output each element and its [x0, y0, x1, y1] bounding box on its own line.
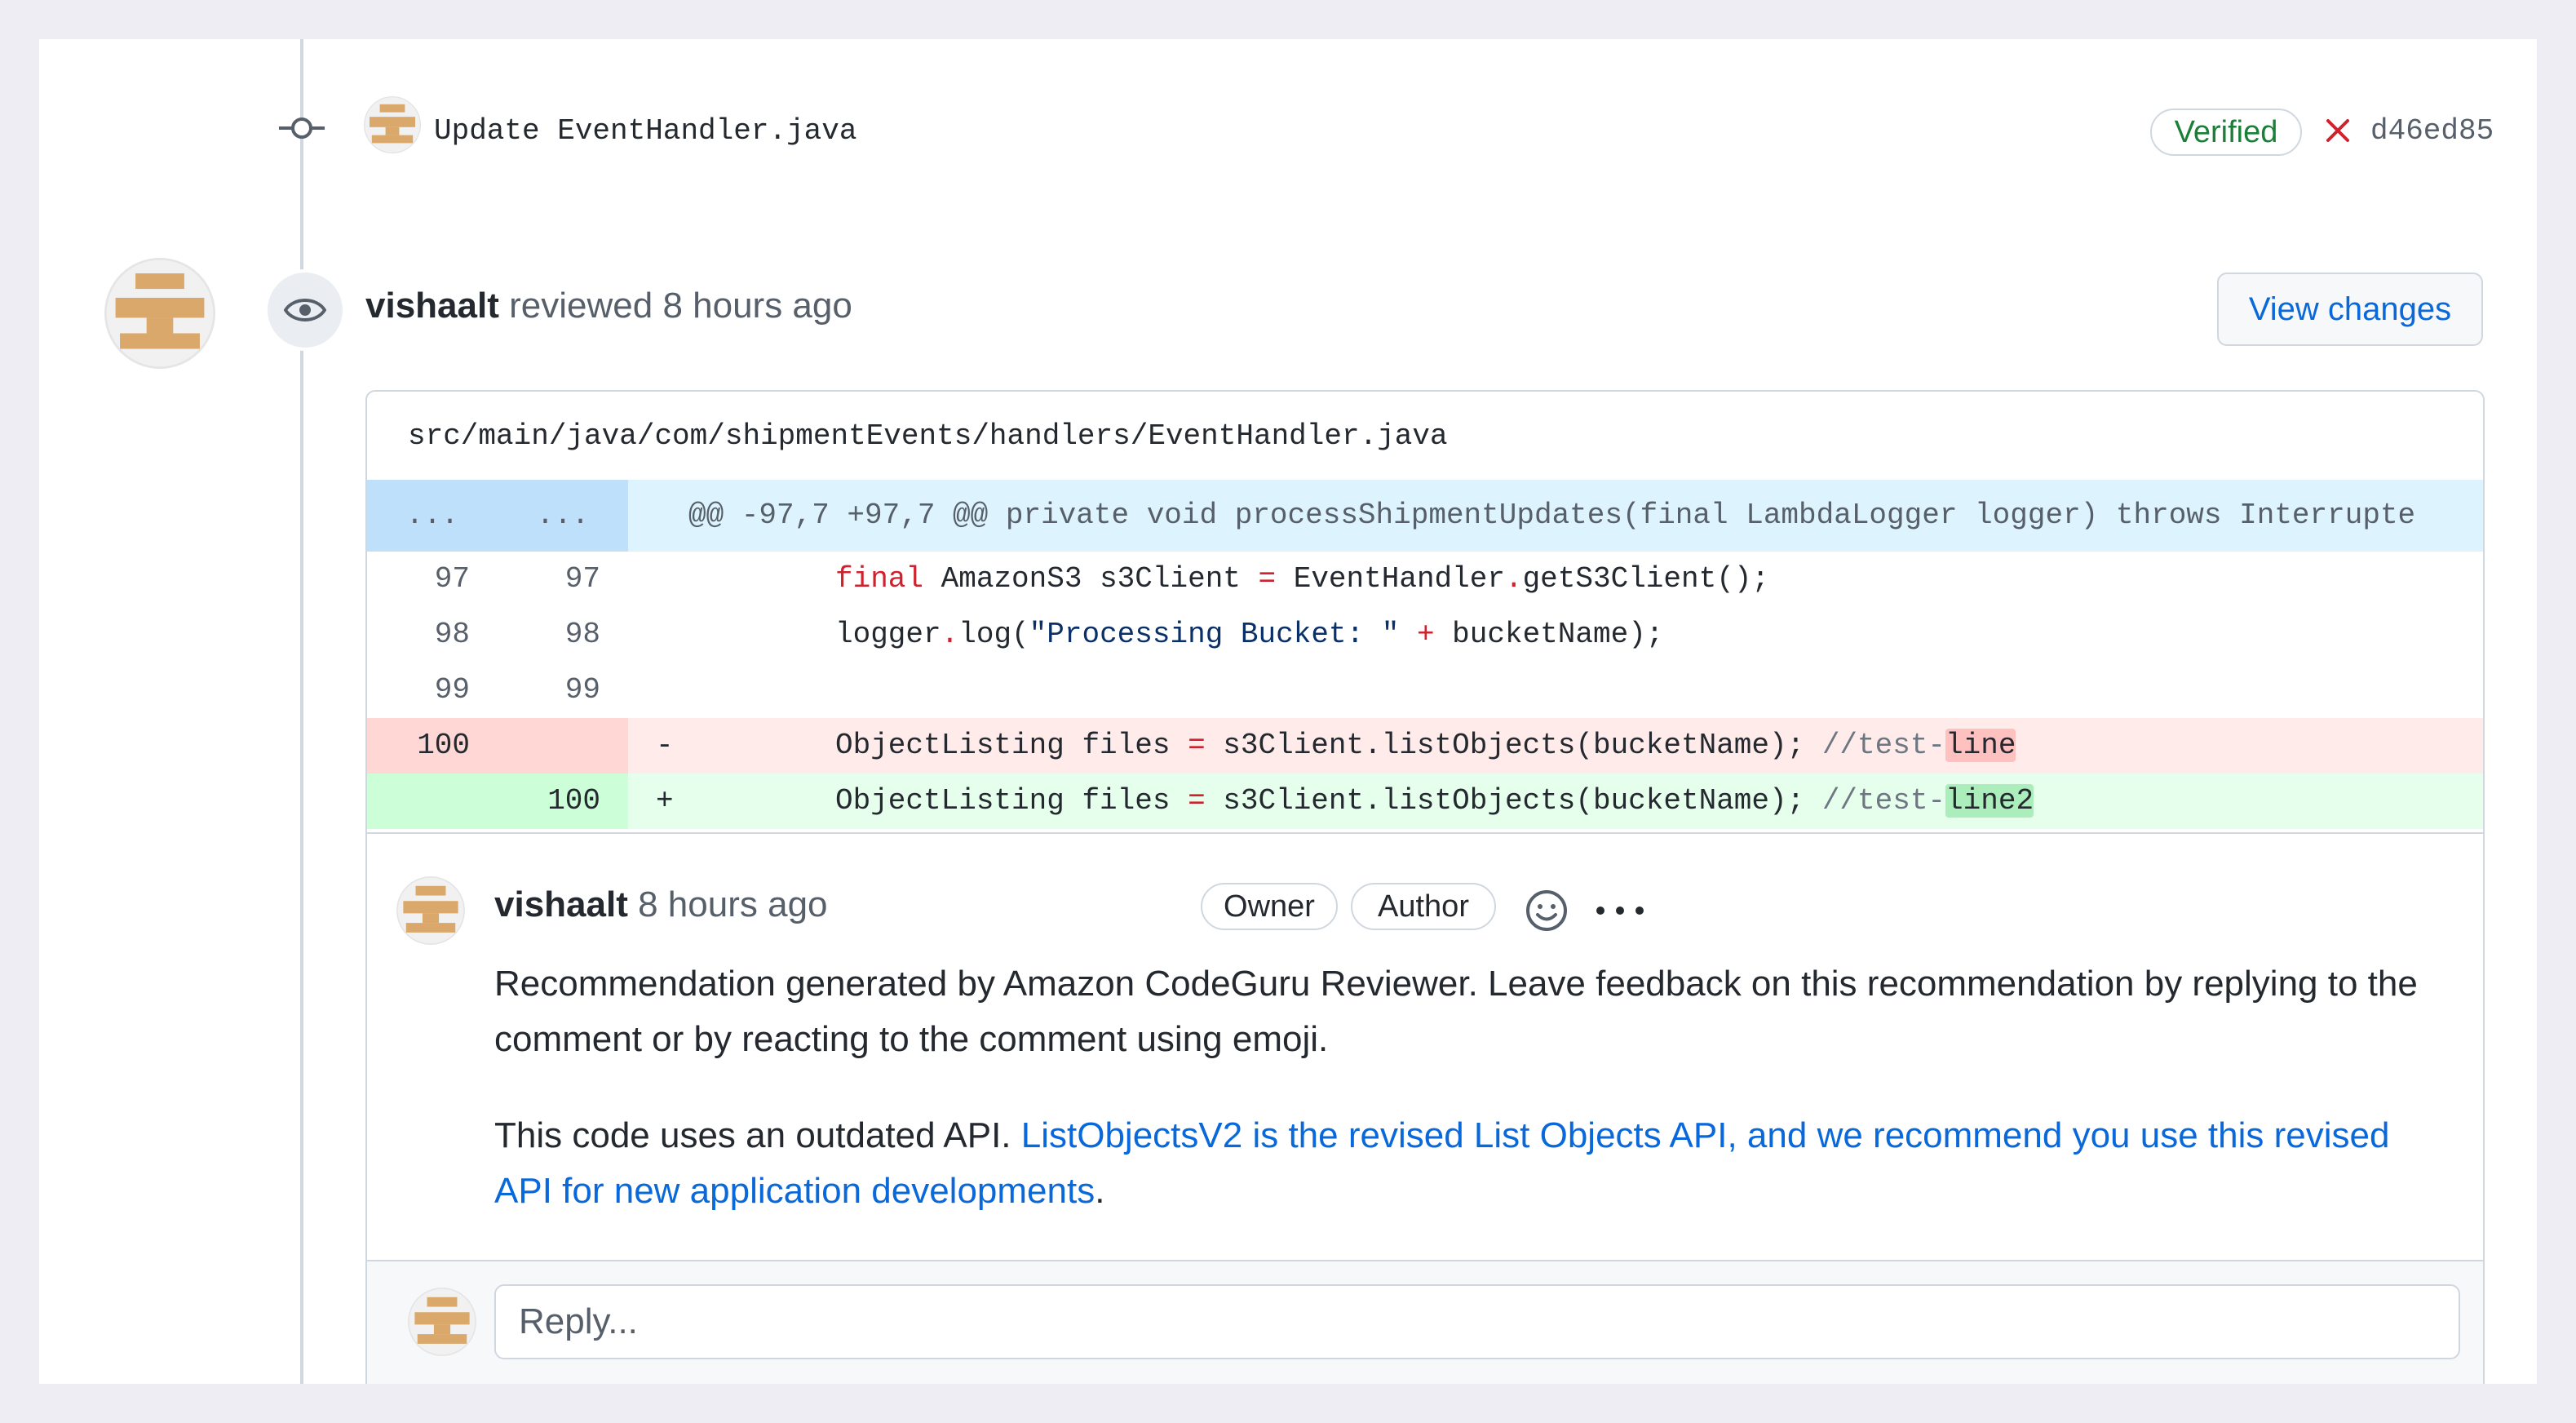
- x-icon[interactable]: [2323, 116, 2352, 145]
- comment-time[interactable]: 8 hours ago: [638, 884, 827, 924]
- new-line-number[interactable]: 100: [498, 774, 628, 829]
- new-line-number[interactable]: 99: [498, 663, 628, 718]
- code-text: logger: [835, 618, 941, 651]
- code-operator: =: [1258, 562, 1277, 596]
- code-string: "Processing Bucket: ": [1029, 618, 1400, 651]
- code-comment: //test-: [1821, 784, 1946, 818]
- author-badge: Author: [1351, 883, 1496, 930]
- code-keyword: final: [835, 562, 924, 596]
- git-commit-icon: [279, 117, 325, 139]
- code-text: getS3Client();: [1522, 562, 1770, 596]
- comment-body: Recommendation generated by Amazon CodeG…: [494, 956, 2436, 1260]
- owner-badge: Owner: [1201, 883, 1338, 930]
- code-text: s3Client.listObjects(bucketName);: [1205, 784, 1822, 818]
- hunk-header: @@ -97,7 +97,7 @@ private void processSh…: [688, 499, 2416, 532]
- addition-marker: +: [656, 784, 674, 818]
- old-line-number[interactable]: 98: [367, 607, 498, 663]
- reply-area: [367, 1260, 2483, 1384]
- review-comment: vishaalt 8 hours ago Owner Author Recomm…: [367, 832, 2483, 1260]
- code-operator: +: [1399, 618, 1453, 651]
- comment-paragraph: This code uses an outdated API. ListObje…: [494, 1108, 2436, 1219]
- deletion-marker: -: [656, 729, 674, 762]
- code-operator: .: [1504, 562, 1523, 596]
- diff-line: 97 97 final AmazonS3 s3Client = EventHan…: [367, 552, 2483, 607]
- new-line-number[interactable]: [498, 718, 628, 774]
- comment-paragraph: Recommendation generated by Amazon CodeG…: [494, 964, 2418, 1059]
- expand-up-button[interactable]: ...: [367, 480, 498, 552]
- smiley-icon[interactable]: [1524, 888, 1569, 933]
- timeline-line: [300, 39, 303, 1384]
- diff-table: ... ... @@ -97,7 +97,7 @@ private void p…: [367, 480, 2483, 829]
- expand-down-button[interactable]: ...: [498, 480, 628, 552]
- file-diff-box: src/main/java/com/shipmentEvents/handler…: [365, 390, 2485, 1384]
- code-text: EventHandler: [1276, 562, 1505, 596]
- reply-input[interactable]: [494, 1284, 2460, 1359]
- view-changes-button[interactable]: View changes: [2217, 273, 2483, 346]
- code-line: final AmazonS3 s3Client = EventHandler.g…: [835, 552, 1769, 607]
- code-line: ObjectListing files = s3Client.listObjec…: [835, 718, 2016, 774]
- code-text: log(: [958, 618, 1029, 651]
- kebab-horizontal-icon[interactable]: [1591, 899, 1649, 922]
- commit-message[interactable]: Update EventHandler.java: [434, 114, 856, 148]
- comment-text: This code uses an outdated API.: [494, 1115, 1021, 1155]
- file-path[interactable]: src/main/java/com/shipmentEvents/handler…: [408, 419, 1448, 453]
- review-header: vishaalt reviewed 8 hours ago: [365, 286, 852, 326]
- code-text: s3Client.listObjects(bucketName);: [1205, 729, 1822, 762]
- timeline-panel: Update EventHandler.java Verified d46ed8…: [39, 39, 2537, 1384]
- code-text: AmazonS3 s3Client: [923, 562, 1259, 596]
- diff-line: 98 98 logger.log("Processing Bucket: " +…: [367, 607, 2483, 663]
- review-time[interactable]: 8 hours ago: [662, 286, 852, 326]
- old-line-number[interactable]: [367, 774, 498, 829]
- old-line-number[interactable]: 99: [367, 663, 498, 718]
- diff-line-deleted: 100 - ObjectListing files = s3Client.lis…: [367, 718, 2483, 774]
- code-text: ObjectListing files: [835, 784, 1188, 818]
- code-operator: =: [1188, 729, 1206, 762]
- eye-icon: [264, 269, 346, 351]
- code-line: ObjectListing files = s3Client.listObjec…: [835, 774, 2034, 829]
- comment-author[interactable]: vishaalt: [494, 884, 628, 924]
- code-text: bucketName);: [1452, 618, 1664, 651]
- reviewer-avatar[interactable]: [104, 258, 215, 369]
- comment-text: .: [1095, 1171, 1105, 1211]
- code-highlight-deleted: line: [1945, 729, 2016, 762]
- new-line-number[interactable]: 98: [498, 607, 628, 663]
- hunk-row: ... ... @@ -97,7 +97,7 @@ private void p…: [367, 480, 2483, 552]
- commit-sha[interactable]: d46ed85: [2370, 114, 2494, 148]
- diff-line-added: 100 + ObjectListing files = s3Client.lis…: [367, 774, 2483, 829]
- verified-badge[interactable]: Verified: [2150, 109, 2302, 156]
- new-line-number[interactable]: 97: [498, 552, 628, 607]
- old-line-number[interactable]: 97: [367, 552, 498, 607]
- diff-line: 99 99: [367, 663, 2483, 718]
- review-action: reviewed: [509, 286, 653, 326]
- code-text: ObjectListing files: [835, 729, 1188, 762]
- code-comment: //test-: [1821, 729, 1946, 762]
- old-line-number[interactable]: 100: [367, 718, 498, 774]
- code-operator: =: [1188, 784, 1206, 818]
- code-line: logger.log("Processing Bucket: " + bucke…: [835, 607, 1663, 663]
- avatar[interactable]: [364, 96, 421, 153]
- reply-avatar: [408, 1288, 476, 1356]
- comment-avatar[interactable]: [396, 876, 465, 945]
- reviewer-name[interactable]: vishaalt: [365, 286, 499, 326]
- comment-header: vishaalt 8 hours ago: [494, 884, 828, 925]
- code-operator: .: [941, 618, 959, 651]
- code-highlight-added: line2: [1945, 784, 2034, 818]
